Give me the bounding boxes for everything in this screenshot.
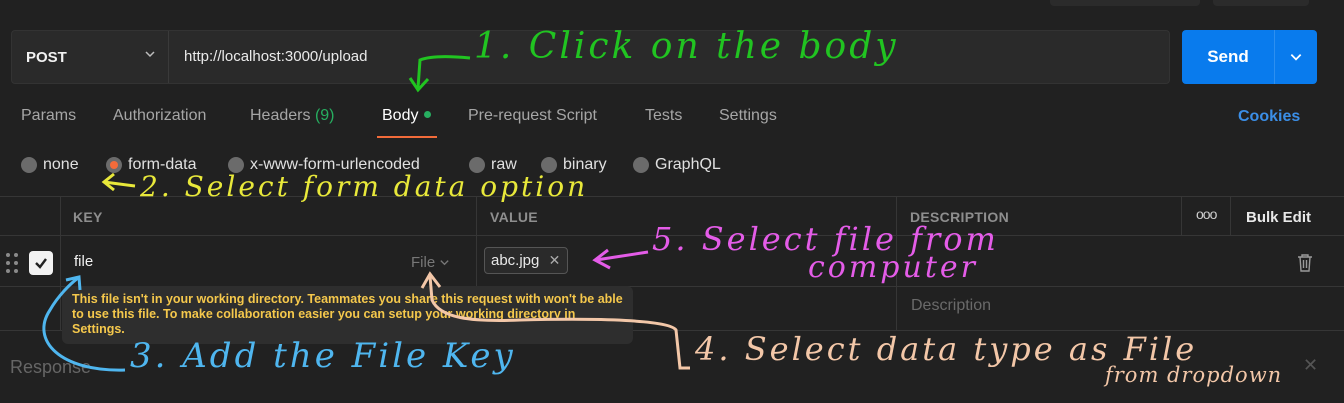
send-button-group: Send xyxy=(1182,30,1317,84)
cookies-link[interactable]: Cookies xyxy=(1238,108,1300,126)
tab-tests[interactable]: Tests xyxy=(645,107,682,125)
method-label: POST xyxy=(26,48,67,66)
tab-label: Authorization xyxy=(113,107,207,124)
checkmark-icon xyxy=(35,258,47,269)
tab-settings[interactable]: Settings xyxy=(719,107,777,125)
row-enabled-checkbox[interactable] xyxy=(29,251,53,275)
send-button[interactable]: Send xyxy=(1182,30,1274,84)
remove-file-icon[interactable]: ✕ xyxy=(549,248,561,273)
url-input[interactable]: http://localhost:3000/upload xyxy=(184,48,367,65)
active-tab-underline xyxy=(377,136,437,138)
chevron-down-icon xyxy=(440,260,449,266)
response-section-title: Response xyxy=(10,357,92,377)
annotation-step1: 1. Click on the body xyxy=(474,26,899,67)
selected-file-chip[interactable]: abc.jpg ✕ xyxy=(484,247,569,274)
radio-label: GraphQL xyxy=(655,156,721,173)
radio-label: none xyxy=(43,156,79,173)
annotation-step2: 2. Select form data option xyxy=(140,170,589,203)
col-divider xyxy=(1230,196,1231,235)
annotation-step4-line2: from dropdown xyxy=(1105,363,1283,387)
radio-none[interactable]: none xyxy=(21,156,79,174)
top-control-right[interactable] xyxy=(1213,0,1309,6)
column-header-value: VALUE xyxy=(490,209,538,225)
bulk-edit-button[interactable]: Bulk Edit xyxy=(1246,209,1311,226)
radio-circle-selected xyxy=(106,157,122,173)
arrow-yellow xyxy=(103,180,136,188)
top-control-left[interactable] xyxy=(1050,0,1200,6)
col-divider xyxy=(1181,196,1182,235)
body-indicator-dot xyxy=(424,111,432,119)
tab-label: Tests xyxy=(645,107,683,124)
tab-label: Headers xyxy=(250,107,311,124)
tab-label: Pre-request Script xyxy=(468,107,597,124)
trash-icon[interactable] xyxy=(1296,253,1314,273)
file-name: abc.jpg xyxy=(491,252,540,269)
tab-label: Body xyxy=(382,107,419,124)
tab-pre-request-script[interactable]: Pre-request Script xyxy=(468,107,597,125)
description-placeholder[interactable]: Description xyxy=(911,297,991,315)
col-divider xyxy=(60,196,61,330)
arrow-pink xyxy=(595,250,649,262)
chevron-down-icon xyxy=(145,51,155,58)
key-type-label: File xyxy=(411,254,436,271)
tab-headers[interactable]: Headers (9) xyxy=(250,107,335,125)
column-header-key: KEY xyxy=(73,209,103,225)
headers-count: (9) xyxy=(314,107,335,124)
close-icon[interactable]: ✕ xyxy=(1303,355,1318,376)
drag-handle-icon[interactable] xyxy=(6,253,20,275)
radio-circle xyxy=(633,157,649,173)
tab-authorization[interactable]: Authorization xyxy=(113,107,206,125)
tab-body[interactable]: Body xyxy=(382,107,432,125)
chevron-down-icon xyxy=(1290,54,1302,61)
radio-circle xyxy=(21,157,37,173)
tab-label: Params xyxy=(21,107,77,124)
send-options-button[interactable] xyxy=(1274,30,1317,84)
more-options-icon[interactable]: ooo xyxy=(1196,206,1217,222)
radio-graphql[interactable]: GraphQL xyxy=(633,156,721,174)
tab-label: Settings xyxy=(719,107,777,124)
method-select[interactable]: POST xyxy=(12,31,169,83)
annotation-step3: 3. Add the File Key xyxy=(130,336,516,376)
annotation-step5-line2: computer xyxy=(808,250,978,285)
key-type-dropdown[interactable]: File xyxy=(411,254,450,271)
tab-params[interactable]: Params xyxy=(21,107,76,125)
key-input[interactable]: file xyxy=(74,253,93,270)
